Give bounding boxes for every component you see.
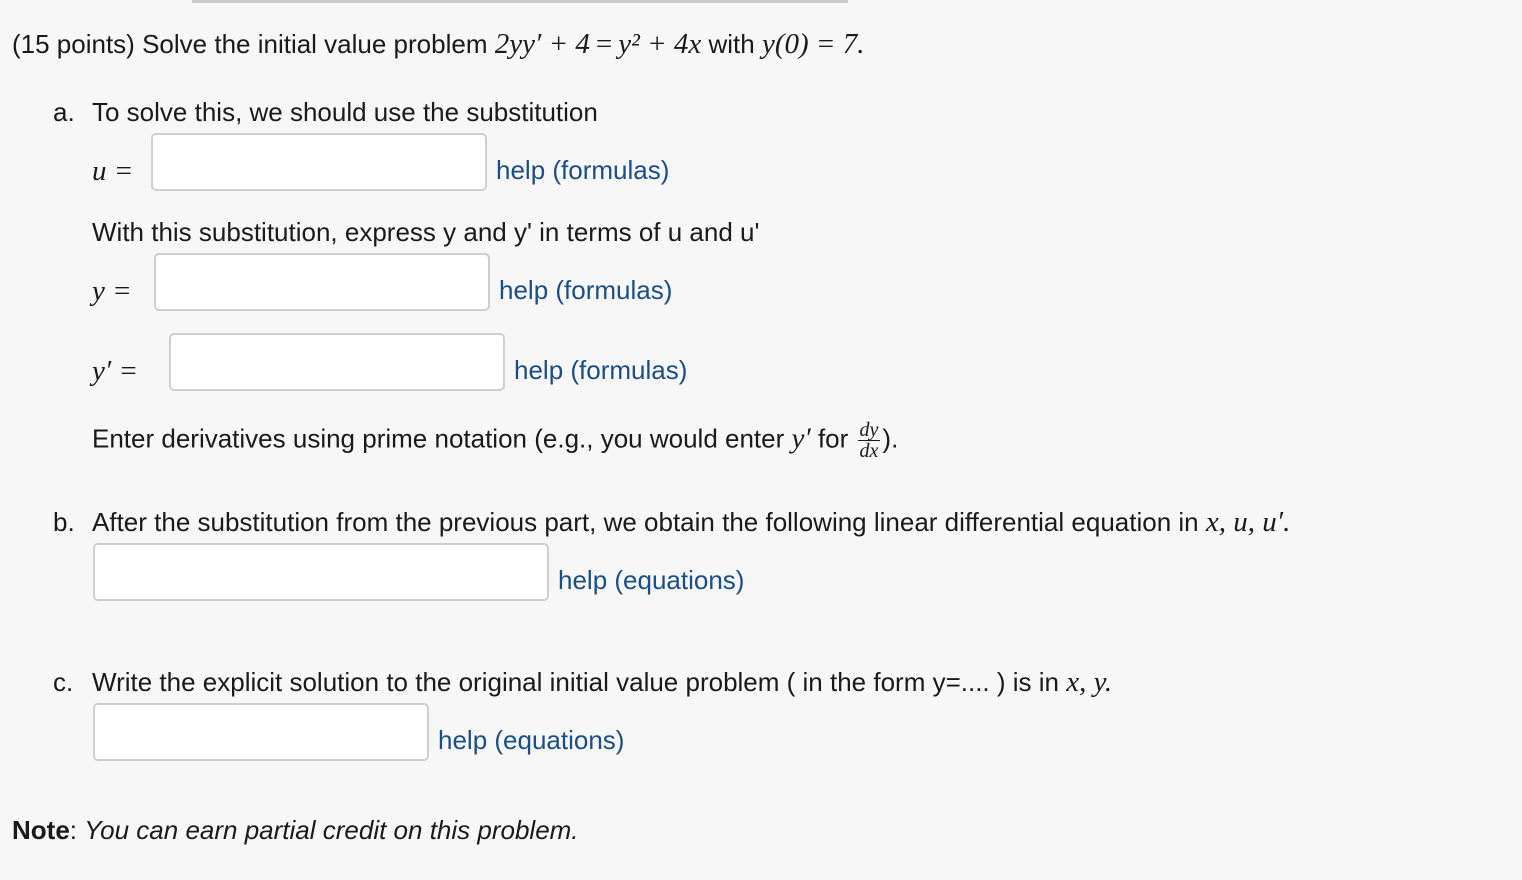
note-colon: : <box>69 815 78 845</box>
derivative-note-prefix: Enter derivatives using prime notation (… <box>92 423 785 454</box>
part-b-prompt: After the substitution from the previous… <box>92 507 1199 537</box>
problem-intro: Solve the initial value problem <box>142 29 488 59</box>
part-c-vars: x, y. <box>1066 666 1113 698</box>
equation-lhs: 2yy′ + 4 <box>494 28 590 60</box>
fraction-denominator: dx <box>859 440 879 462</box>
express-prompt: With this substitution, express y and y'… <box>92 217 760 247</box>
derivative-note-math: y′ <box>791 422 811 455</box>
derivative-note: Enter derivatives using prime notation (… <box>92 420 898 461</box>
y-prime-label: y′ = <box>92 355 139 387</box>
derivative-note-suffix: ). <box>882 423 899 454</box>
with-label: with <box>708 29 755 59</box>
fraction-numerator: dy <box>857 419 881 441</box>
y-help-link[interactable]: help (formulas) <box>499 275 672 305</box>
y-label: y = <box>92 275 132 307</box>
u-label: u = <box>92 155 134 187</box>
dy-dx-fraction: dy dx <box>857 419 881 462</box>
partial-credit-note: Note: You can earn partial credit on thi… <box>12 815 579 845</box>
derivative-note-for: for <box>817 423 849 454</box>
note-label: Note <box>12 815 70 845</box>
y-input[interactable] <box>154 253 490 311</box>
part-c-prompt-line: Write the explicit solution to the origi… <box>92 667 1112 697</box>
y-prime-input[interactable] <box>169 333 505 391</box>
note-text: You can earn partial credit on this prob… <box>84 815 579 845</box>
initial-condition: y(0) = 7. <box>761 28 865 60</box>
problem-statement: (15 points) Solve the initial value prob… <box>12 29 865 59</box>
part-b-vars: x, u, u′. <box>1205 506 1291 538</box>
explicit-solution-input[interactable] <box>93 703 429 761</box>
equation-help-link-b[interactable]: help (equations) <box>558 565 744 595</box>
part-b-prompt-line: After the substitution from the previous… <box>92 507 1290 537</box>
part-c-prompt: Write the explicit solution to the origi… <box>92 667 1060 697</box>
equation-help-link-c[interactable]: help (equations) <box>438 725 624 755</box>
part-c-marker: c. <box>53 667 74 697</box>
part-b-marker: b. <box>53 507 75 537</box>
part-a-marker: a. <box>53 97 75 127</box>
equation-rhs: y² + 4x <box>618 28 702 60</box>
linear-equation-input[interactable] <box>93 543 549 601</box>
part-a-prompt: To solve this, we should use the substit… <box>92 97 598 127</box>
u-help-link[interactable]: help (formulas) <box>496 155 669 185</box>
top-divider <box>192 0 848 3</box>
problem-points: (15 points) <box>12 29 135 59</box>
u-input[interactable] <box>151 133 487 191</box>
equation-equals: = <box>595 28 613 60</box>
y-prime-help-link[interactable]: help (formulas) <box>514 355 687 385</box>
